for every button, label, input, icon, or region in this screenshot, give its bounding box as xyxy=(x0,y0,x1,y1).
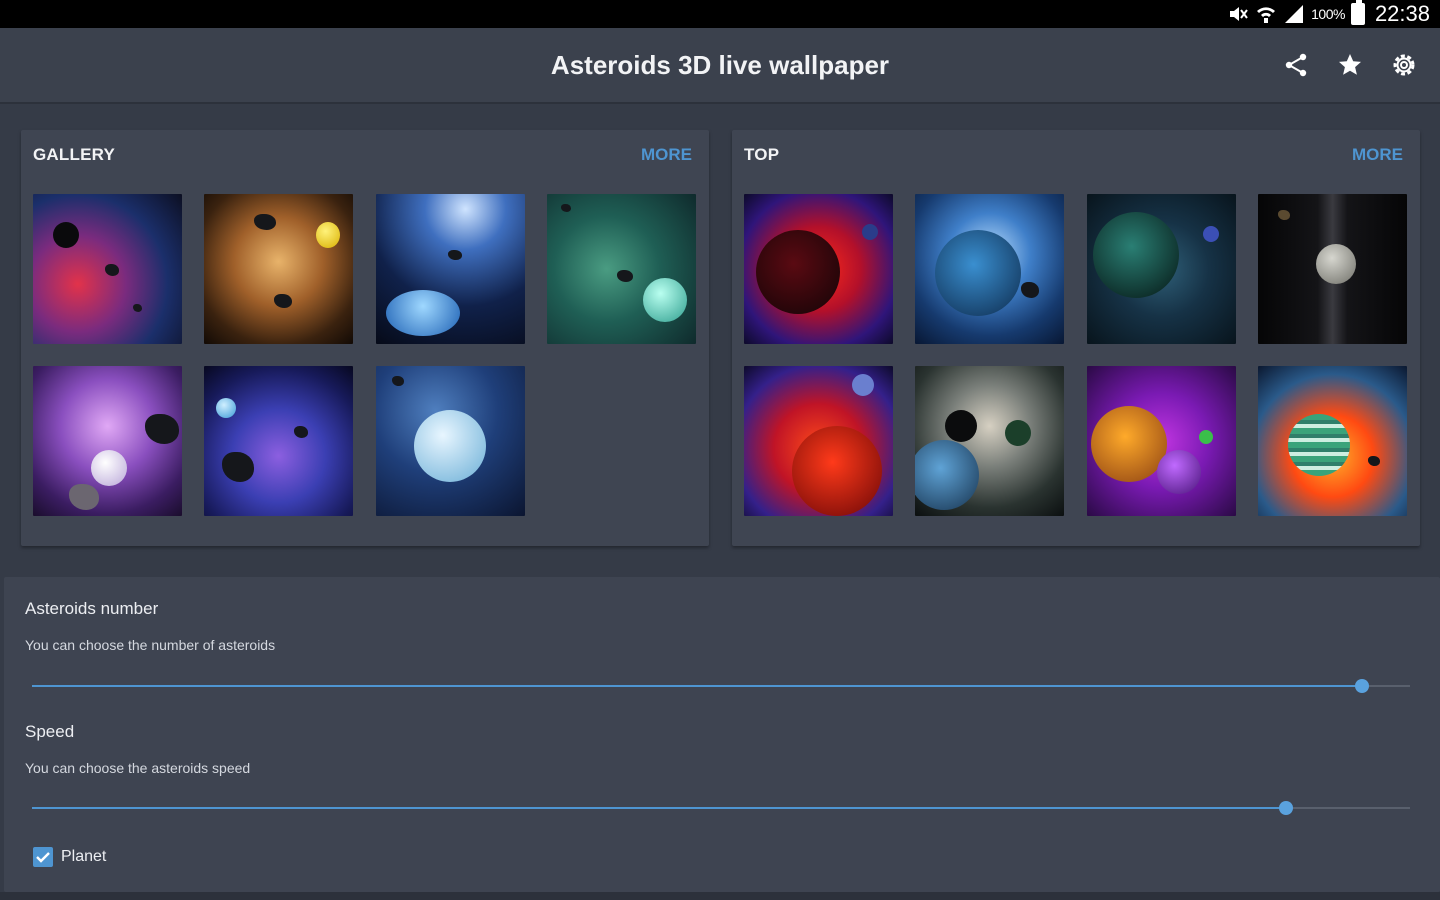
bottom-divider xyxy=(0,892,1440,900)
gallery-thumbnail-3[interactable] xyxy=(376,194,525,344)
top-thumbnail-7[interactable] xyxy=(1087,366,1236,516)
gallery-thumbnail-5[interactable] xyxy=(33,366,182,516)
top-thumbnail-5[interactable] xyxy=(744,366,893,516)
top-thumbnail-4[interactable] xyxy=(1258,194,1407,344)
asteroids-number-title: Asteroids number xyxy=(25,599,159,618)
gallery-thumbnail-7[interactable] xyxy=(376,366,525,516)
top-thumbnail-3[interactable] xyxy=(1087,194,1236,344)
app-title: Asteroids 3D live wallpaper xyxy=(550,50,890,80)
app-bar: Asteroids 3D live wallpaper xyxy=(0,28,1440,104)
gallery-thumbnail-1[interactable] xyxy=(33,194,182,344)
top-thumbnail-8[interactable] xyxy=(1258,366,1407,516)
settings-button[interactable] xyxy=(1389,50,1419,80)
clock: 22:38 xyxy=(1374,1,1430,26)
gallery-thumbnail-6[interactable] xyxy=(204,366,353,516)
asteroids-number-slider[interactable] xyxy=(32,678,1410,694)
slider-fill xyxy=(32,807,1286,809)
gallery-more-button[interactable]: MORE xyxy=(641,145,692,165)
top-thumbnail-6[interactable] xyxy=(915,366,1064,516)
gallery-title: GALLERY xyxy=(33,145,115,164)
settings-icon xyxy=(1390,51,1418,79)
star-icon xyxy=(1337,52,1363,78)
gallery-thumbnail-4[interactable] xyxy=(547,194,696,344)
favorite-button[interactable] xyxy=(1335,50,1365,80)
top-more-button[interactable]: MORE xyxy=(1352,145,1403,165)
speed-summary: You can choose the asteroids speed xyxy=(25,760,251,776)
mute-icon xyxy=(1227,4,1249,24)
top-card: TOP MORE xyxy=(732,130,1420,546)
gallery-card: GALLERY MORE xyxy=(21,130,709,546)
battery-percent: 100% xyxy=(1311,6,1345,22)
gallery-thumbnail-2[interactable] xyxy=(204,194,353,344)
check-icon xyxy=(36,852,50,863)
slider-thumb[interactable] xyxy=(1278,801,1293,815)
top-thumbnail-1[interactable] xyxy=(744,194,893,344)
top-title: TOP xyxy=(744,145,780,164)
planet-checkbox[interactable] xyxy=(33,847,53,867)
asteroids-number-summary: You can choose the number of asteroids xyxy=(25,637,276,653)
settings-panel: Asteroids number You can choose the numb… xyxy=(4,577,1440,892)
signal-icon xyxy=(1283,4,1305,24)
planet-label: Planet xyxy=(61,848,107,865)
slider-thumb[interactable] xyxy=(1354,679,1369,693)
slider-fill xyxy=(32,685,1362,687)
status-bar: 100% 22:38 xyxy=(0,0,1440,28)
wifi-icon xyxy=(1255,4,1277,24)
status-icons: 100% 22:38 xyxy=(1227,0,1430,28)
share-icon xyxy=(1283,52,1309,78)
speed-title: Speed xyxy=(25,722,75,741)
top-thumbnail-2[interactable] xyxy=(915,194,1064,344)
battery-icon xyxy=(1350,0,1365,25)
share-button[interactable] xyxy=(1281,50,1311,80)
speed-slider[interactable] xyxy=(32,800,1410,816)
